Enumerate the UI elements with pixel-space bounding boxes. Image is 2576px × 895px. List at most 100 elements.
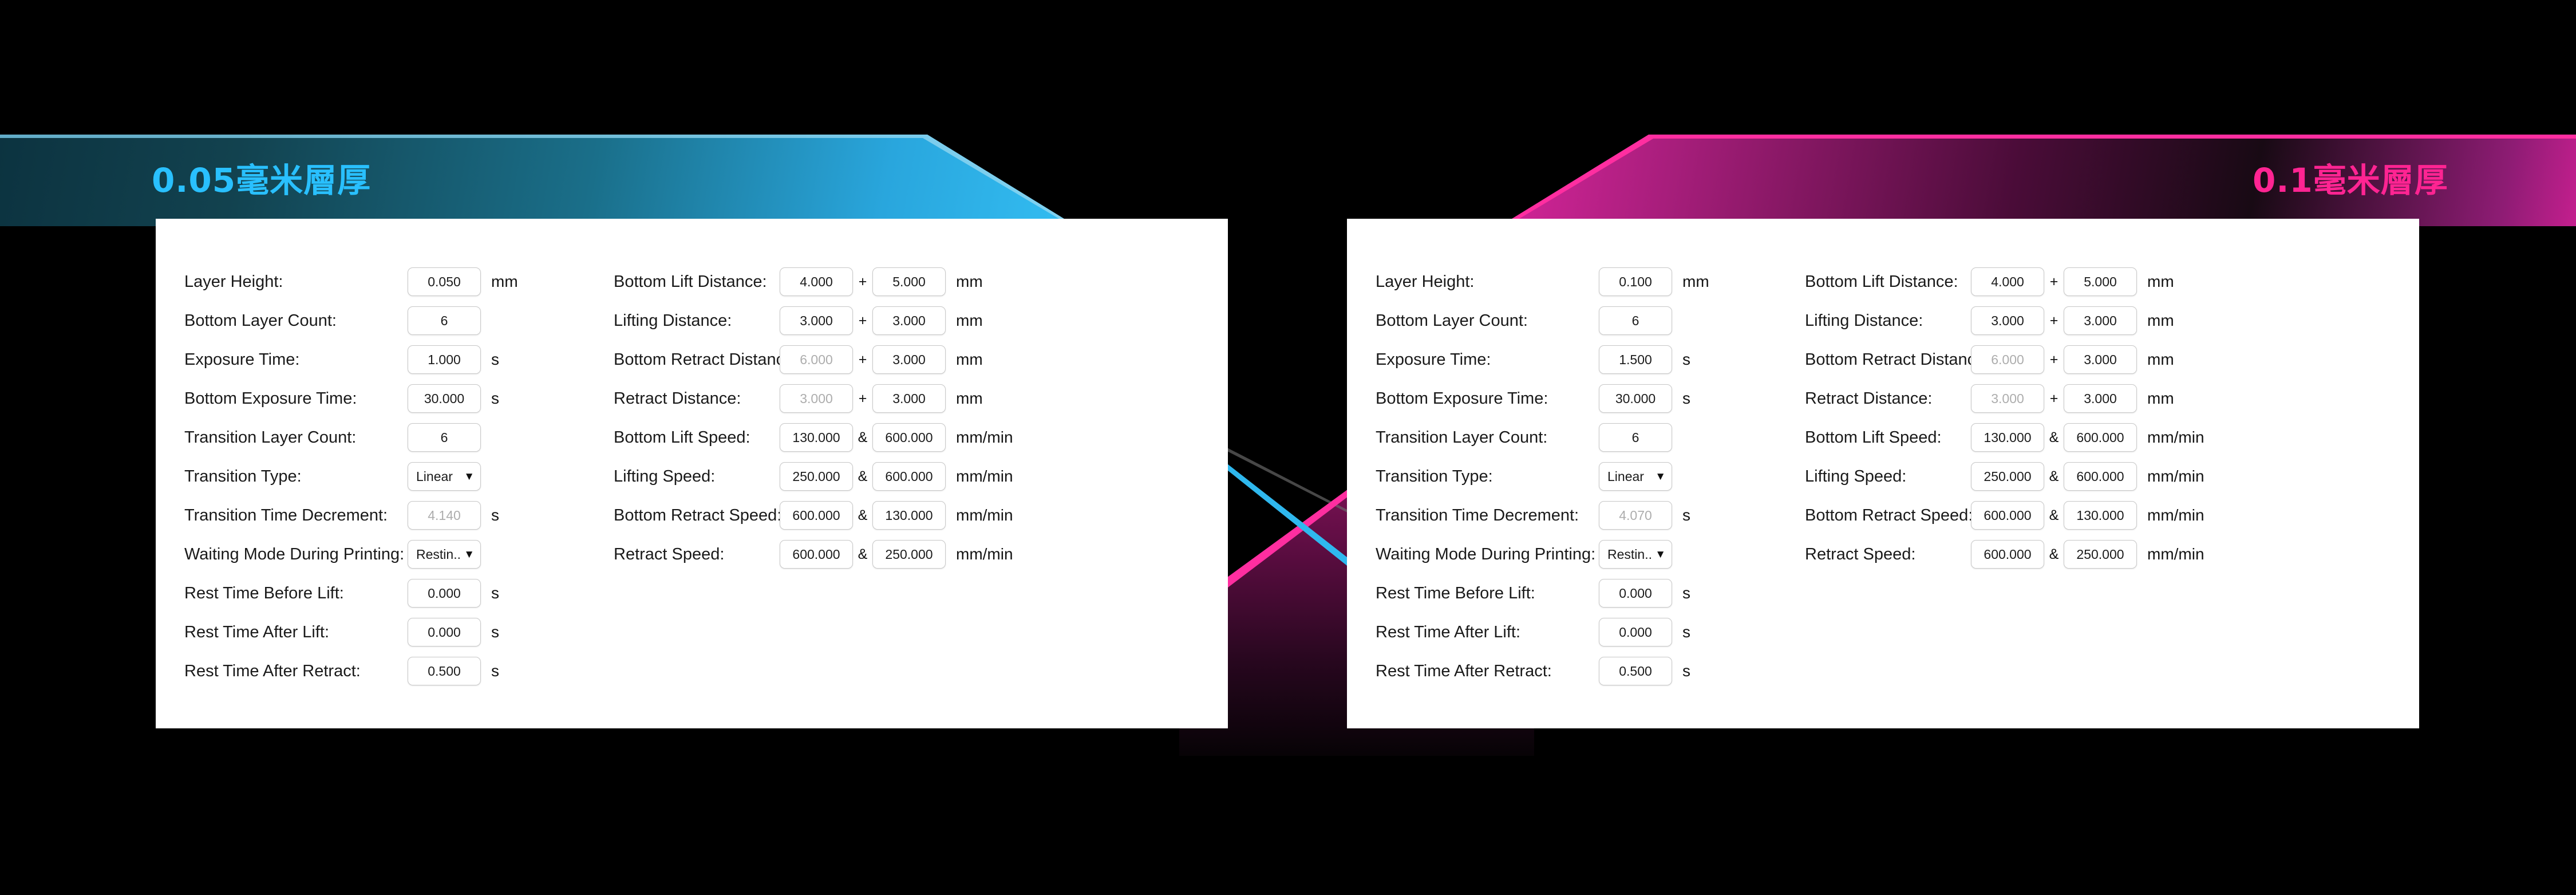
select-value: Restin... <box>416 546 462 562</box>
setting-control-pair: 250.000 & 600.000 mm/min <box>780 462 1025 491</box>
setting-row-retract-speed: Retract Speed: 600.000 & 250.000 mm/min <box>614 535 1192 574</box>
input-retract-distance-second[interactable]: 3.000 <box>2064 384 2137 413</box>
input-bottom-lift-distance-second[interactable]: 5.000 <box>872 267 946 296</box>
setting-row-transition-time-decrement: Transition Time Decrement: 4.070 s <box>1376 496 1805 535</box>
input-bottom-retract-speed-first[interactable]: 600.000 <box>1971 501 2044 530</box>
setting-control: 0.050 mm <box>408 267 518 296</box>
select-transition-type[interactable]: Linear ▼ <box>408 462 481 491</box>
setting-label: Bottom Retract Distance: <box>1805 350 1990 369</box>
setting-label: Bottom Exposure Time: <box>184 389 357 408</box>
select-waiting-mode-during-printing[interactable]: Restin... ▼ <box>408 540 481 569</box>
setting-label: Transition Time Decrement: <box>184 506 388 525</box>
input-bottom-lift-speed-second[interactable]: 600.000 <box>2064 423 2137 452</box>
input-bottom-exposure-time[interactable]: 30.000 <box>1599 384 1672 413</box>
input-lifting-distance-second[interactable]: 3.000 <box>2064 306 2137 335</box>
input-rest-time-before-lift[interactable]: 0.000 <box>408 579 481 608</box>
settings-column-b-left: Bottom Lift Distance: 4.000 +5.000 mm Liftin… <box>614 262 1192 691</box>
select-transition-type[interactable]: Linear ▼ <box>1599 462 1672 491</box>
select-waiting-mode-during-printing[interactable]: Restin... ▼ <box>1599 540 1672 569</box>
input-bottom-lift-distance-second[interactable]: 5.000 <box>2064 267 2137 296</box>
setting-row-rest-time-before-lift: Rest Time Before Lift: 0.000 s <box>184 574 614 613</box>
input-transition-layer-count[interactable]: 6 <box>408 423 481 452</box>
setting-row-bottom-retract-speed: Bottom Retract Speed: 600.000 & 130.000 mm/m… <box>614 496 1192 535</box>
input-bottom-layer-count[interactable]: 6 <box>408 306 481 335</box>
input-lifting-speed-second[interactable]: 600.000 <box>2064 462 2137 491</box>
input-retract-distance-second[interactable]: 3.000 <box>872 384 946 413</box>
pair-operator: & <box>858 429 868 445</box>
input-rest-time-after-lift[interactable]: 0.000 <box>408 618 481 646</box>
setting-label: Lifting Distance: <box>1805 311 1923 330</box>
input-bottom-retract-distance-second[interactable]: 3.000 <box>2064 345 2137 374</box>
setting-label: Bottom Retract Speed: <box>614 506 782 525</box>
input-bottom-layer-count[interactable]: 6 <box>1599 306 1672 335</box>
setting-control: 30.000 s <box>1599 384 1690 413</box>
input-layer-height[interactable]: 0.100 <box>1599 267 1672 296</box>
input-retract-distance-first[interactable]: 3.000 <box>780 384 853 413</box>
input-retract-speed-first[interactable]: 600.000 <box>780 540 853 569</box>
input-exposure-time[interactable]: 1.000 <box>408 345 481 374</box>
setting-control: 6 <box>1599 306 1672 335</box>
input-transition-time-decrement[interactable]: 4.070 <box>1599 501 1672 530</box>
input-bottom-retract-distance-second[interactable]: 3.000 <box>872 345 946 374</box>
unit-label: mm <box>956 389 983 407</box>
input-bottom-exposure-time[interactable]: 30.000 <box>408 384 481 413</box>
input-bottom-retract-speed-second[interactable]: 130.000 <box>2064 501 2137 530</box>
chevron-down-icon: ▼ <box>1655 470 1666 483</box>
setting-row-transition-layer-count: Transition Layer Count: 6 <box>184 418 614 457</box>
input-bottom-lift-distance-first[interactable]: 4.000 <box>1971 267 2044 296</box>
setting-label: Transition Type: <box>184 467 302 486</box>
setting-control-pair: 130.000 & 600.000 mm/min <box>780 423 1025 452</box>
pair-operator: & <box>2049 507 2059 523</box>
setting-control-pair: 600.000 & 130.000 mm/min <box>780 501 1025 530</box>
setting-row-rest-time-after-retract: Rest Time After Retract: 0.500 s <box>1376 652 1805 691</box>
input-retract-distance-first[interactable]: 3.000 <box>1971 384 2044 413</box>
setting-label: Transition Type: <box>1376 467 1493 486</box>
input-bottom-retract-speed-first[interactable]: 600.000 <box>780 501 853 530</box>
setting-label: Transition Layer Count: <box>1376 428 1548 447</box>
input-rest-time-after-retract[interactable]: 0.500 <box>1599 657 1672 685</box>
setting-control-pair: 3.000 +3.000 mm <box>1971 384 2216 413</box>
input-lifting-distance-first[interactable]: 3.000 <box>780 306 853 335</box>
unit-label: mm <box>956 273 983 290</box>
input-bottom-retract-distance-first[interactable]: 6.000 <box>1971 345 2044 374</box>
input-lifting-distance-first[interactable]: 3.000 <box>1971 306 2044 335</box>
setting-control: Restin... ▼ <box>408 540 481 569</box>
settings-column-a-right: Layer Height: 0.100 mm Bottom Layer Count: 6… <box>1376 262 1805 691</box>
input-retract-speed-first[interactable]: 600.000 <box>1971 540 2044 569</box>
pair-operator: + <box>858 312 867 329</box>
input-lifting-distance-second[interactable]: 3.000 <box>872 306 946 335</box>
input-bottom-retract-speed-second[interactable]: 130.000 <box>872 501 946 530</box>
input-lifting-speed-second[interactable]: 600.000 <box>872 462 946 491</box>
input-bottom-lift-distance-first[interactable]: 4.000 <box>780 267 853 296</box>
setting-row-bottom-lift-speed: Bottom Lift Speed: 130.000 & 600.000 mm/min <box>1805 418 2383 457</box>
setting-label: Waiting Mode During Printing: <box>1376 545 1596 563</box>
unit-label: s <box>491 350 499 368</box>
setting-control: Linear ▼ <box>1599 462 1672 491</box>
setting-label: Retract Distance: <box>1805 389 1933 408</box>
input-lifting-speed-first[interactable]: 250.000 <box>780 462 853 491</box>
input-retract-speed-second[interactable]: 250.000 <box>2064 540 2137 569</box>
setting-row-transition-time-decrement: Transition Time Decrement: 4.140 s <box>184 496 614 535</box>
input-exposure-time[interactable]: 1.500 <box>1599 345 1672 374</box>
input-bottom-lift-speed-second[interactable]: 600.000 <box>872 423 946 452</box>
input-lifting-speed-first[interactable]: 250.000 <box>1971 462 2044 491</box>
input-rest-time-after-retract[interactable]: 0.500 <box>408 657 481 685</box>
setting-row-retract-speed: Retract Speed: 600.000 & 250.000 mm/min <box>1805 535 2383 574</box>
input-bottom-lift-speed-first[interactable]: 130.000 <box>1971 423 2044 452</box>
setting-control: Linear ▼ <box>408 462 481 491</box>
input-transition-layer-count[interactable]: 6 <box>1599 423 1672 452</box>
pair-operator: + <box>2049 351 2059 368</box>
select-value: Restin... <box>1607 546 1653 562</box>
input-rest-time-after-lift[interactable]: 0.000 <box>1599 618 1672 646</box>
input-retract-speed-second[interactable]: 250.000 <box>872 540 946 569</box>
setting-label: Lifting Speed: <box>1805 467 1907 486</box>
input-layer-height[interactable]: 0.050 <box>408 267 481 296</box>
input-bottom-lift-speed-first[interactable]: 130.000 <box>780 423 853 452</box>
input-rest-time-before-lift[interactable]: 0.000 <box>1599 579 1672 608</box>
unit-label: mm <box>2147 312 2174 329</box>
setting-row-transition-type: Transition Type: Linear ▼ <box>1376 457 1805 496</box>
setting-row-bottom-layer-count: Bottom Layer Count: 6 <box>1376 301 1805 340</box>
input-bottom-retract-distance-first[interactable]: 6.000 <box>780 345 853 374</box>
unit-label: mm/min <box>956 545 1013 563</box>
input-transition-time-decrement[interactable]: 4.140 <box>408 501 481 530</box>
